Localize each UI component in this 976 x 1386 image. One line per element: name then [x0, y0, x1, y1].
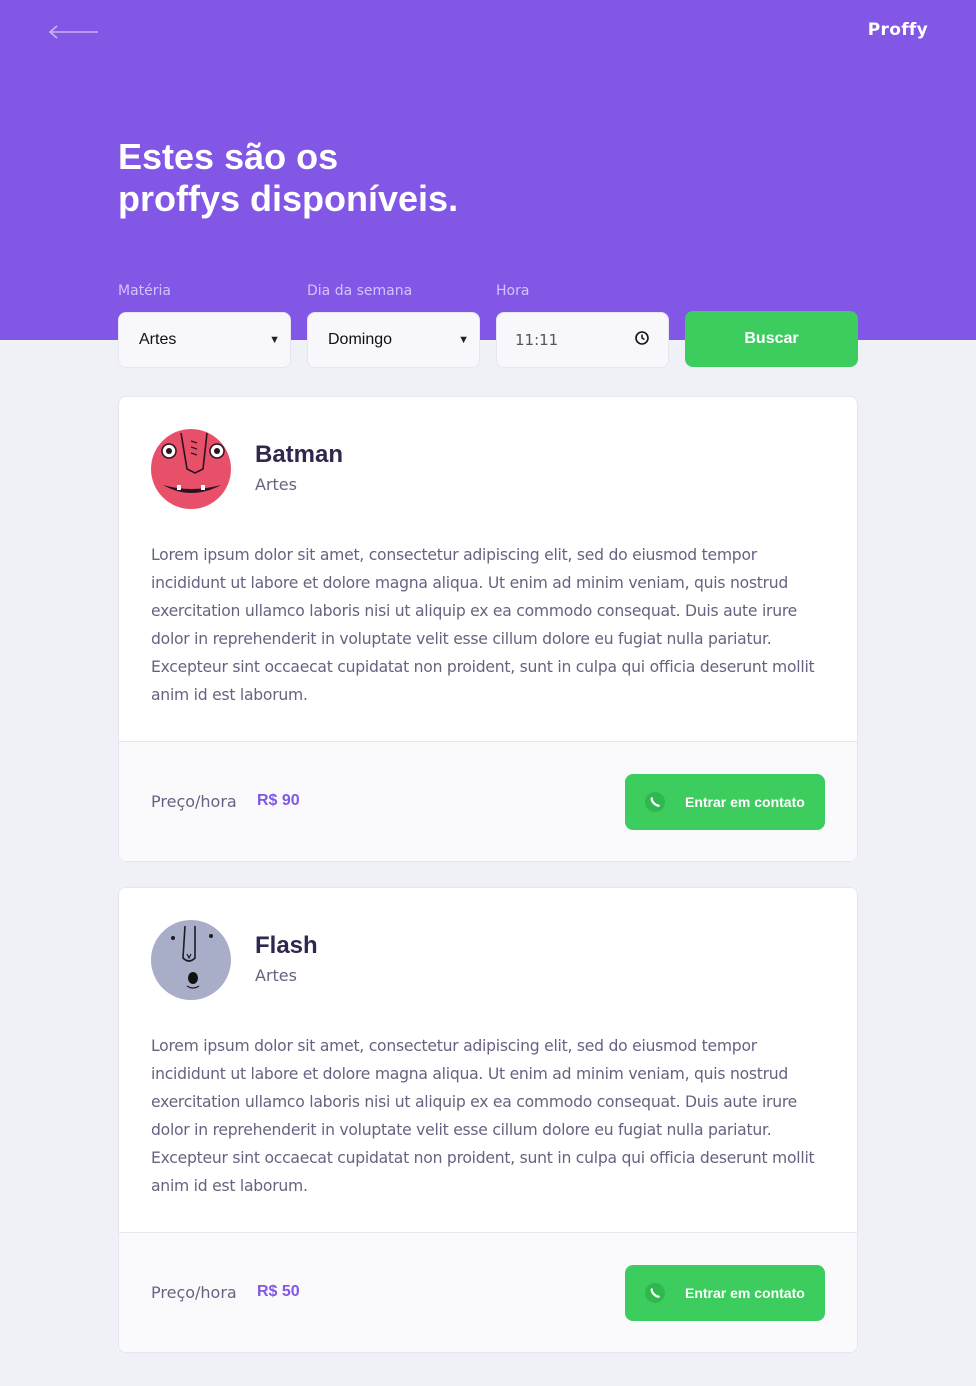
back-arrow-icon[interactable]	[48, 22, 100, 42]
avatar	[151, 920, 231, 1000]
chevron-down-icon: ▼	[458, 334, 469, 346]
price-label: Preço/hora	[151, 1283, 237, 1302]
contact-button[interactable]: Entrar em contato	[625, 1265, 825, 1321]
page-title-line-2: proffys disponíveis.	[118, 178, 459, 219]
chevron-down-icon: ▼	[269, 334, 280, 346]
teacher-bio: Lorem ipsum dolor sit amet, consectetur …	[151, 546, 815, 704]
subject-label: Matéria	[118, 283, 171, 299]
time-input-value: 11:11	[515, 331, 559, 349]
weekday-label: Dia da semana	[307, 283, 413, 299]
page-title-line-1: Estes são os	[118, 136, 339, 177]
teacher-card-footer: Preço/hora R$ 50 Entrar em contato	[119, 1232, 857, 1352]
contact-button[interactable]: Entrar em contato	[625, 774, 825, 830]
teacher-card-footer: Preço/hora R$ 90 Entrar em contato	[119, 741, 857, 861]
teacher-name: Flash	[255, 932, 318, 959]
time-label: Hora	[496, 283, 530, 299]
time-input[interactable]: 11:11	[496, 312, 669, 368]
price-value: R$ 50	[257, 1283, 300, 1300]
teacher-name: Batman	[255, 441, 344, 468]
price-label: Preço/hora	[151, 792, 237, 811]
teacher-card: Batman Artes Lorem ipsum dolor sit amet,…	[118, 396, 858, 862]
subject-select[interactable]: Artes ▼	[118, 312, 291, 368]
teacher-bio: Lorem ipsum dolor sit amet, consectetur …	[151, 1037, 815, 1195]
contact-button-label: Entrar em contato	[685, 1285, 805, 1301]
whatsapp-icon	[644, 1282, 666, 1304]
subject-select-value: Artes	[139, 331, 177, 348]
teacher-card-body: Flash Artes Lorem ipsum dolor sit amet, …	[119, 888, 857, 1232]
whatsapp-icon	[644, 791, 666, 813]
teacher-card-body: Batman Artes Lorem ipsum dolor sit amet,…	[119, 397, 857, 741]
clock-icon[interactable]	[634, 330, 650, 350]
weekday-select[interactable]: Domingo ▼	[307, 312, 480, 368]
page-title: Estes são os proffys disponíveis.	[118, 136, 538, 220]
teacher-subject: Artes	[255, 475, 297, 494]
contact-button-label: Entrar em contato	[685, 794, 805, 810]
price-value: R$ 90	[257, 792, 300, 809]
search-button[interactable]: Buscar	[685, 311, 858, 367]
logo: Proffy	[867, 20, 928, 40]
teacher-card: Flash Artes Lorem ipsum dolor sit amet, …	[118, 887, 858, 1353]
weekday-select-value: Domingo	[328, 331, 393, 348]
avatar	[151, 429, 231, 509]
teacher-subject: Artes	[255, 966, 297, 985]
page-header: Proffy Estes são os proffys disponíveis.…	[0, 0, 976, 340]
